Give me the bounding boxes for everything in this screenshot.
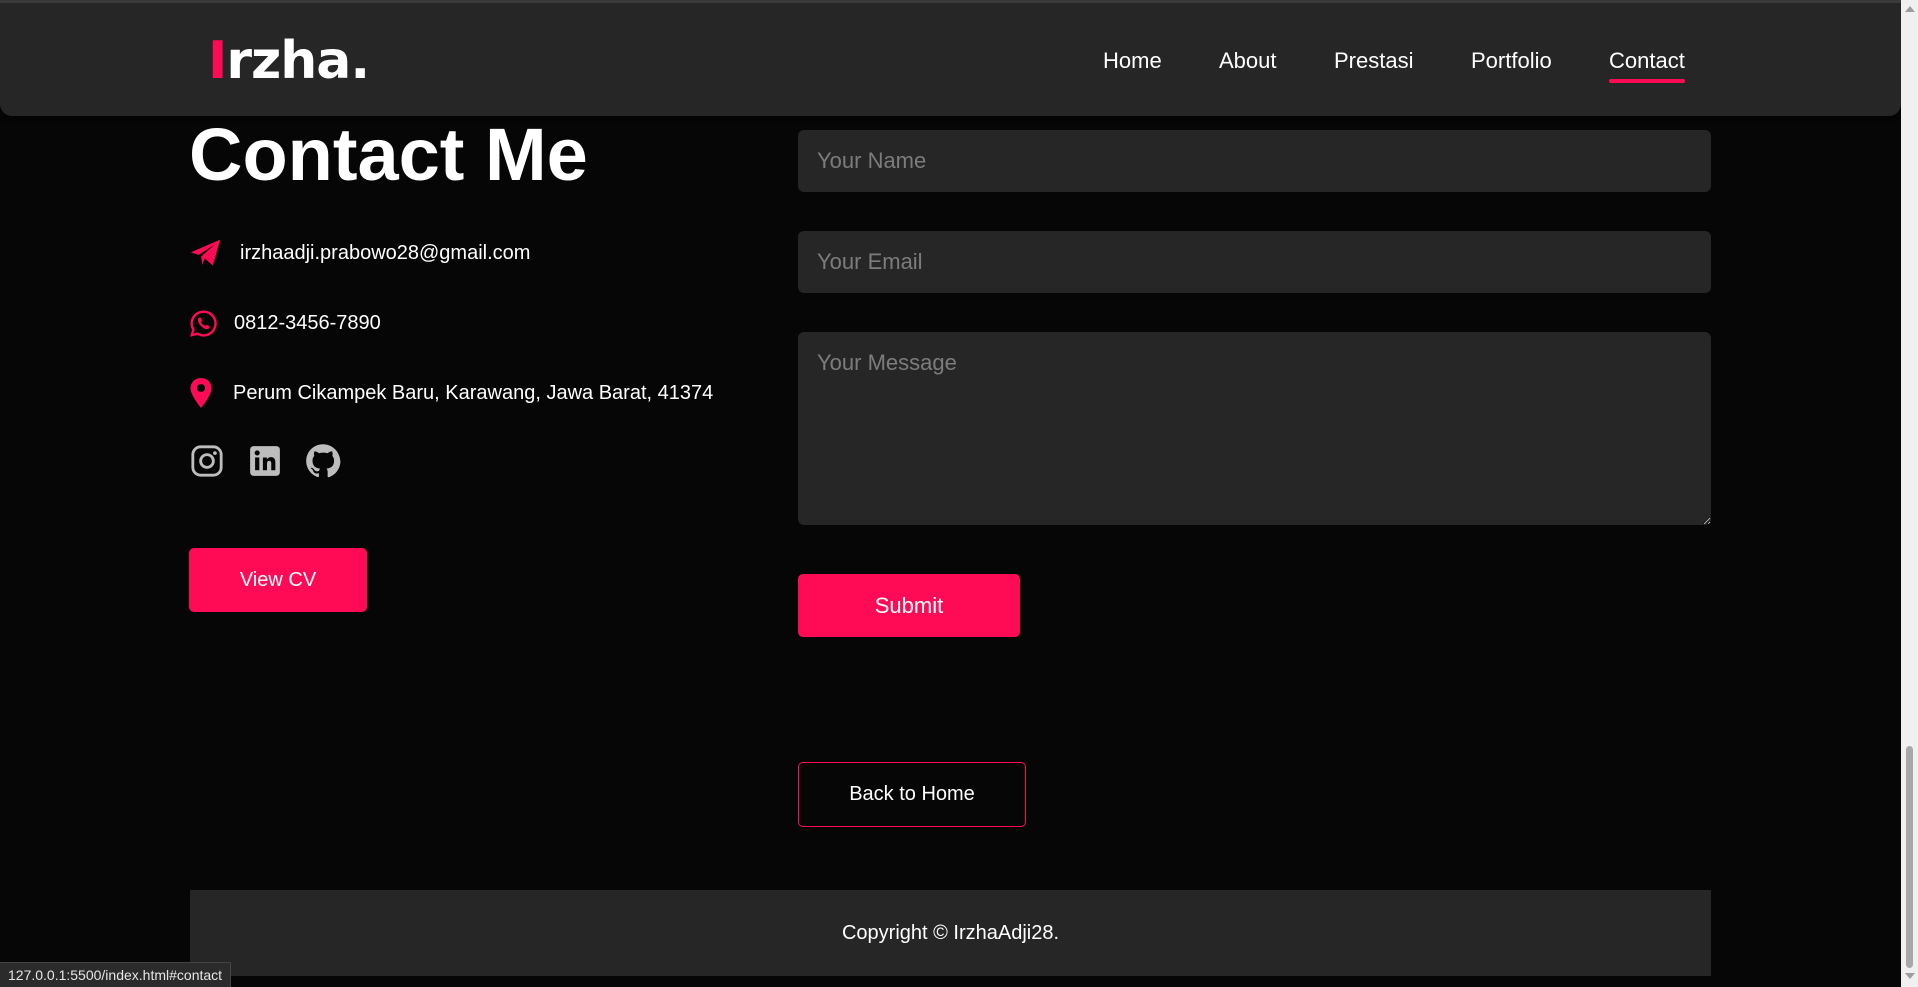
contact-address-text: Perum Cikampek Baru, Karawang, Jawa Bara… [233, 381, 714, 404]
nav-item-contact[interactable]: Contact [1609, 46, 1685, 83]
scroll-down-arrow-icon[interactable] [1905, 973, 1915, 979]
scrollbar-thumb[interactable] [1906, 746, 1913, 968]
back-to-home-button[interactable]: Back to Home [798, 762, 1026, 827]
navbar: Irzha. Home About Prestasi Portfolio Con… [0, 3, 1901, 116]
vertical-scrollbar[interactable] [1901, 0, 1918, 987]
scroll-up-arrow-icon[interactable] [1905, 6, 1915, 12]
whatsapp-icon [190, 309, 217, 337]
contact-email-row: irzhaadji.prabowo28@gmail.com [189, 236, 530, 270]
contact-email-text[interactable]: irzhaadji.prabowo28@gmail.com [240, 242, 530, 265]
instagram-link[interactable] [189, 443, 225, 479]
submit-button[interactable]: Submit [798, 574, 1020, 637]
message-textarea[interactable] [798, 332, 1711, 525]
github-icon [306, 444, 341, 478]
nav-item-portfolio[interactable]: Portfolio [1471, 46, 1552, 76]
map-pin-icon [190, 378, 212, 408]
github-link[interactable] [305, 443, 341, 479]
footer: Copyright © IrzhaAdji28. [190, 890, 1711, 976]
contact-phone-text[interactable]: 0812-3456-7890 [234, 312, 381, 335]
linkedin-icon [250, 446, 280, 476]
nav-item-about[interactable]: About [1219, 46, 1277, 76]
email-input[interactable] [798, 231, 1711, 293]
social-links [189, 443, 341, 479]
page: Irzha. Home About Prestasi Portfolio Con… [0, 0, 1918, 987]
name-input[interactable] [798, 130, 1711, 192]
paper-plane-icon [190, 239, 221, 266]
window-top-border [0, 0, 1918, 3]
footer-copyright: Copyright © IrzhaAdji28. [841, 921, 1060, 944]
nav-item-prestasi[interactable]: Prestasi [1334, 46, 1413, 76]
instagram-icon [191, 445, 223, 477]
view-cv-button[interactable]: View CV [189, 548, 367, 612]
contact-phone-row: 0812-3456-7890 [189, 306, 381, 340]
contact-address-row: Perum Cikampek Baru, Karawang, Jawa Bara… [189, 376, 713, 410]
linkedin-link[interactable] [247, 443, 283, 479]
page-title: Contact Me [189, 113, 588, 196]
main-nav: Home About Prestasi Portfolio Contact [0, 46, 1901, 86]
browser-status-url: 127.0.0.1:5500/index.html#contact [0, 962, 232, 987]
nav-item-home[interactable]: Home [1103, 46, 1162, 76]
